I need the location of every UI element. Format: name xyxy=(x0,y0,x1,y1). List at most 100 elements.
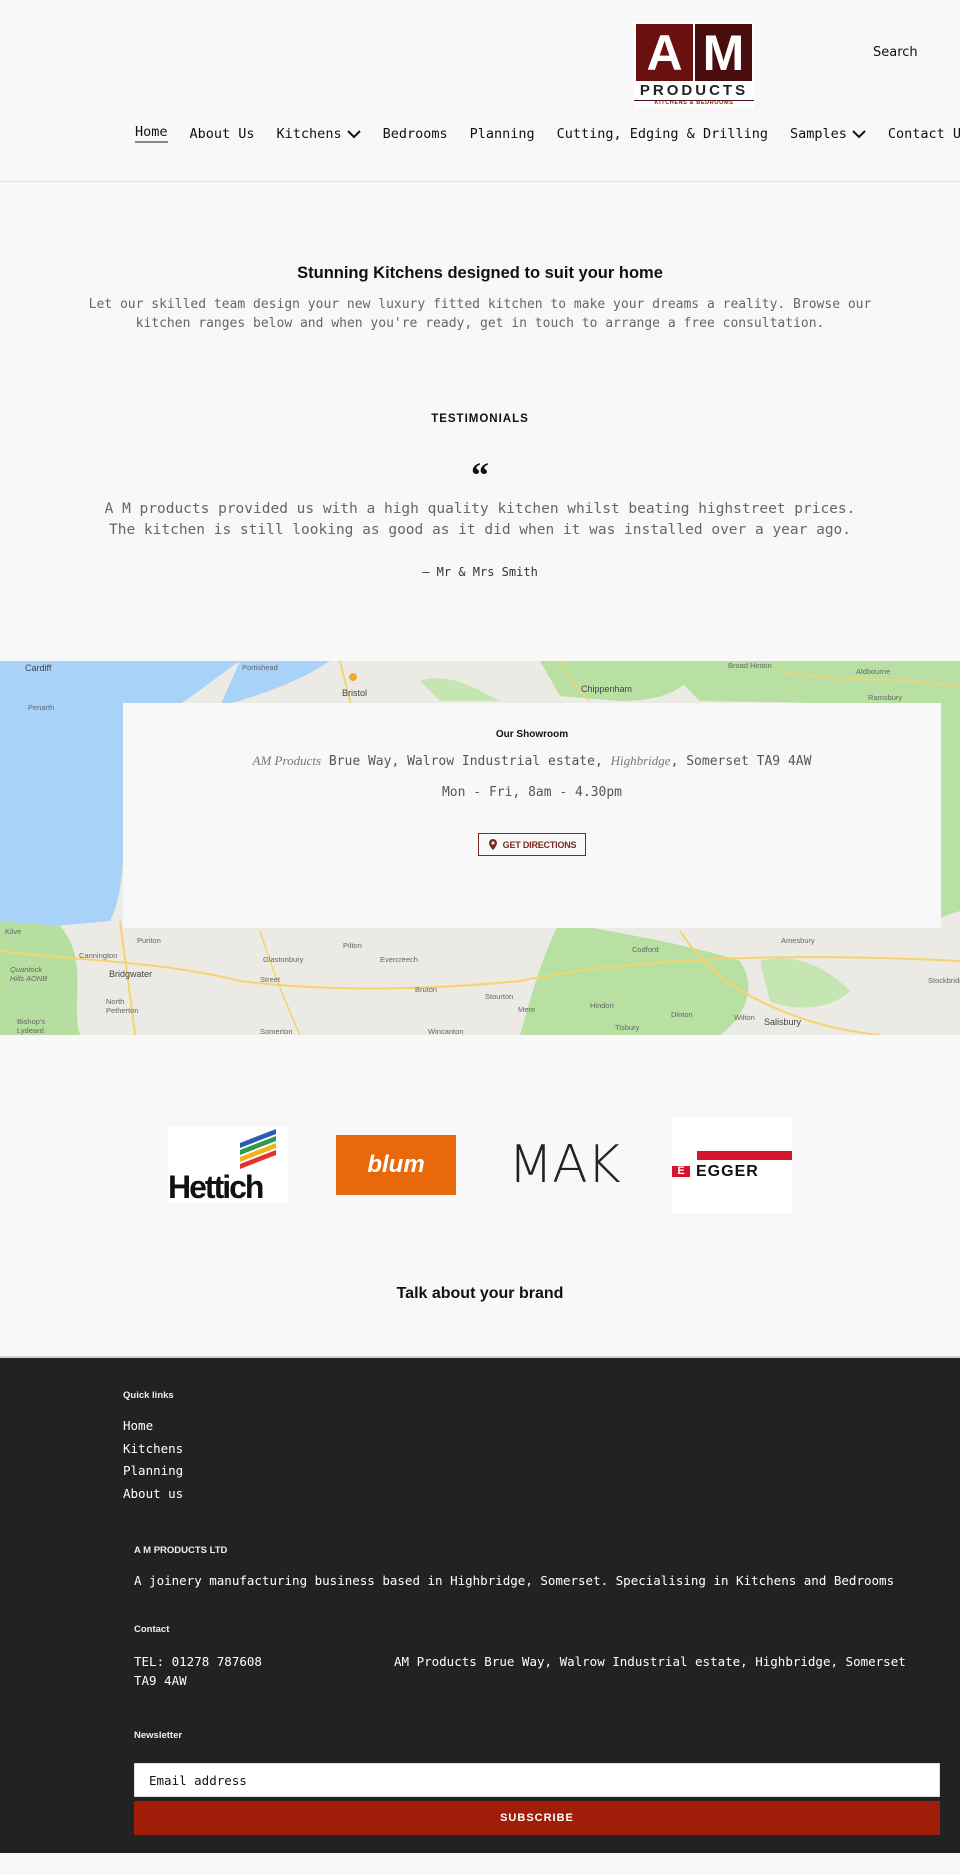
egger-bar xyxy=(697,1151,792,1160)
nav-cutting-edging-drilling[interactable]: Cutting, Edging & Drilling xyxy=(557,126,768,142)
map-label: Cardiff xyxy=(25,663,52,673)
map-label: Street xyxy=(260,975,281,984)
map-label: Kilve xyxy=(5,927,22,936)
nav-home[interactable]: Home xyxy=(135,124,168,143)
address-county: , Somerset TA9 4AW xyxy=(670,754,812,769)
brand-logo-mak: MAK xyxy=(504,1135,624,1195)
map-label: Bristol xyxy=(342,688,368,698)
egger-e-mark: E xyxy=(672,1166,690,1177)
hettich-wordmark: Hettich xyxy=(168,1169,264,1205)
chevron-down-icon xyxy=(852,129,866,138)
intro-title: Stunning Kitchens designed to suit your … xyxy=(297,264,663,282)
subscribe-button[interactable]: SUBSCRIBE xyxy=(134,1801,940,1835)
map-label: Cannington xyxy=(79,951,118,960)
map-label: Mere xyxy=(518,1005,536,1014)
map-label: Dinton xyxy=(671,1010,693,1019)
map-label: Amesbury xyxy=(781,936,815,945)
map-label: Salisbury xyxy=(764,1017,802,1027)
footer-link-about-us[interactable]: About us xyxy=(123,1486,183,1501)
footer-link-home[interactable]: Home xyxy=(123,1418,153,1433)
logo-letter-a: A xyxy=(636,24,693,81)
map-label: Wilton xyxy=(734,1013,755,1022)
map-label: Wincanton xyxy=(428,1027,464,1035)
logo-products-text: PRODUCTS xyxy=(634,82,754,101)
quick-links: Quick links Home Kitchens Planning About… xyxy=(0,1358,960,1505)
nav-planning[interactable]: Planning xyxy=(470,126,535,142)
quick-link-item: Planning xyxy=(123,1460,960,1483)
testimonials-heading: TESTIMONIALS xyxy=(431,413,529,425)
logo-subtitle: KITCHENS & BEDROOMS xyxy=(654,100,734,106)
nav-contact-us[interactable]: Contact Us xyxy=(888,126,960,142)
footer-link-kitchens[interactable]: Kitchens xyxy=(123,1441,183,1456)
map-label: Bruton xyxy=(415,985,438,994)
quick-links-list: Home Kitchens Planning About us xyxy=(123,1415,960,1505)
site-footer: Quick links Home Kitchens Planning About… xyxy=(0,1356,960,1853)
site-logo[interactable]: A M PRODUCTS KITCHENS & BEDROOMS xyxy=(634,22,754,108)
site-header: A M PRODUCTS KITCHENS & BEDROOMS Search … xyxy=(0,0,960,182)
nav-bedrooms[interactable]: Bedrooms xyxy=(383,126,448,142)
intro-text: Let our skilled team design your new lux… xyxy=(88,297,872,331)
brand-tagline: Talk about your brand xyxy=(396,1285,564,1302)
map-label: Chippenham xyxy=(581,684,633,694)
map-label: Aldbourne xyxy=(856,667,891,676)
logo-letter-m: M xyxy=(695,24,752,81)
map-label: Tisbury xyxy=(615,1023,640,1032)
showroom-card: Our Showroom AM Products Brue Way, Walro… xyxy=(123,703,941,928)
nav-kitchens[interactable]: Kitchens xyxy=(277,126,361,142)
company-info: A M PRODUCTS LTD A joinery manufacturing… xyxy=(0,1545,960,1588)
map-label: Evercreech xyxy=(380,955,418,964)
showroom-heading: Our Showroom xyxy=(495,729,569,740)
nav-samples-label: Samples xyxy=(789,125,847,142)
hettich-stripes-icon xyxy=(240,1129,276,1169)
mak-wordmark: MAK xyxy=(508,1135,621,1195)
contact-heading: Contact xyxy=(134,1624,170,1635)
blum-wordmark: blum xyxy=(367,1151,425,1178)
map-label: Penarth xyxy=(28,703,55,712)
logo-blocks: A M xyxy=(636,24,752,81)
map-label: Stockbridge xyxy=(928,976,960,985)
nav-contact-us-label: Contact Us xyxy=(887,125,960,142)
quick-links-heading: Quick links xyxy=(123,1390,174,1401)
address-company: AM Products xyxy=(252,753,322,768)
footer-link-planning[interactable]: Planning xyxy=(123,1463,183,1478)
map-label: Broad Hinton xyxy=(728,661,772,670)
nav-samples[interactable]: Samples xyxy=(790,126,866,142)
brand-logo-blum: blum xyxy=(336,1135,456,1195)
brand-logo-hettich: Hettich xyxy=(168,1127,288,1203)
map-label: Quantock Hills AONB xyxy=(10,965,48,983)
map-label: Glastonbury xyxy=(263,955,304,964)
map-label: Bridgwater xyxy=(109,969,153,979)
search-link[interactable]: Search xyxy=(873,45,918,60)
quote-icon: “ xyxy=(471,455,489,495)
quick-link-item: Home xyxy=(123,1415,960,1438)
nav-home-label: Home xyxy=(135,124,168,143)
chevron-down-icon xyxy=(346,129,361,138)
brand-logos: Hettich blum MAK E EGGER xyxy=(0,1117,960,1213)
nav-bedrooms-label: Bedrooms xyxy=(382,125,448,142)
company-heading: A M PRODUCTS LTD xyxy=(134,1545,228,1556)
map-label: Portishead xyxy=(242,663,278,672)
map-section[interactable]: Cardiff Penarth Portishead Bristol Chipp… xyxy=(0,661,960,1035)
main-nav: Home About Us Kitchens Bedrooms Planning… xyxy=(135,124,960,143)
testimonial-author: — Mr & Mrs Smith xyxy=(422,565,538,579)
contact-telephone: TEL: 01278 787608 xyxy=(134,1654,262,1669)
egger-wordmark: EGGER xyxy=(696,1163,759,1180)
nav-cutting-label: Cutting, Edging & Drilling xyxy=(556,125,768,142)
brand-logo-egger: E EGGER xyxy=(672,1117,792,1213)
nav-planning-label: Planning xyxy=(469,125,535,142)
map-label: Pilton xyxy=(343,941,362,950)
showroom-address: AM Products Brue Way, Walrow Industrial … xyxy=(123,753,941,769)
get-directions-label: GET DIRECTIONS xyxy=(502,839,577,850)
quick-link-item: About us xyxy=(123,1483,960,1506)
contact-info: Contact TEL: 01278 787608 AM Products Bru… xyxy=(0,1624,960,1690)
testimonials-section: TESTIMONIALS “ A M products provided us … xyxy=(0,333,960,579)
map-label: Somerton xyxy=(260,1027,293,1035)
newsletter-heading: Newsletter xyxy=(134,1730,183,1741)
nav-about-us[interactable]: About Us xyxy=(190,126,255,142)
map-label: Ramsbury xyxy=(868,693,903,702)
nav-kitchens-label: Kitchens xyxy=(276,125,342,142)
newsletter-email-input[interactable] xyxy=(134,1763,940,1797)
get-directions-button[interactable]: GET DIRECTIONS xyxy=(477,833,587,856)
map-pin-icon xyxy=(488,839,497,850)
address-town: Highbridge xyxy=(610,753,671,768)
